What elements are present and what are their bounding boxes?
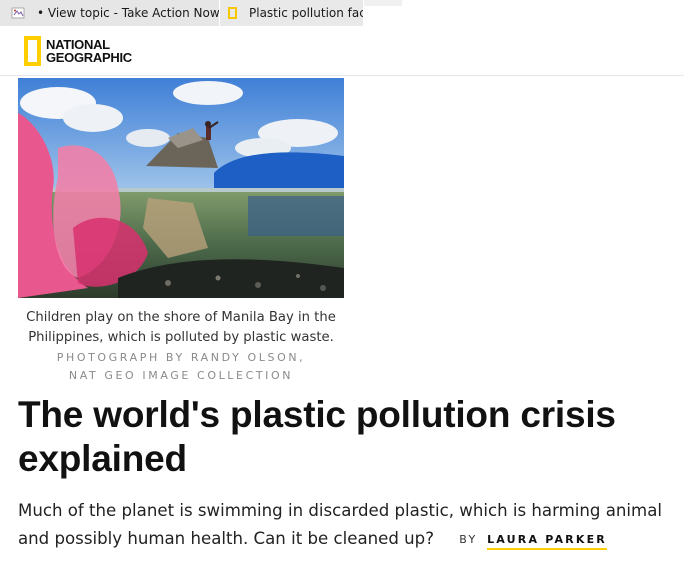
logo-wordmark: NATIONAL GEOGRAPHIC <box>46 38 132 64</box>
forum-favicon-icon <box>11 7 25 19</box>
article-headline: The world's plastic pollution crisis exp… <box>18 394 616 479</box>
tab-title: • View topic - Take Action Now! <box>37 6 219 20</box>
article-dek: Much of the planet is swimming in discar… <box>18 497 678 554</box>
logo-line-2: GEOGRAPHIC <box>46 50 132 65</box>
tab-title: Plastic pollution facts <box>249 6 363 20</box>
tab-plastic-pollution-facts[interactable]: Plastic pollution facts <box>220 0 363 26</box>
browser-tab-strip: • View topic - Take Action Now! Plastic … <box>0 0 684 26</box>
hero-photo <box>18 78 344 298</box>
tab-view-topic[interactable]: • View topic - Take Action Now! <box>0 0 219 26</box>
byline-prefix: BY <box>459 533 478 546</box>
image-caption: Children play on the shore of Manila Bay… <box>26 310 336 345</box>
author-link[interactable]: LAURA PARKER <box>487 533 607 550</box>
yellow-frame-icon <box>24 36 41 66</box>
photo-credit-line-2: NAT GEO IMAGE COLLECTION <box>68 369 294 382</box>
natgeo-logo[interactable]: NATIONAL GEOGRAPHIC <box>24 36 132 66</box>
natgeo-favicon-icon <box>228 7 237 19</box>
site-header: NATIONAL GEOGRAPHIC <box>0 26 684 76</box>
photo-credit: PHOTOGRAPH BY RANDY OLSON, NAT GEO IMAGE… <box>18 349 344 385</box>
byline: BY LAURA PARKER <box>459 526 607 554</box>
photo-credit-line-1: PHOTOGRAPH BY RANDY OLSON, <box>56 351 306 364</box>
tab-strip-filler <box>364 0 402 6</box>
manila-bay-photo-illustration <box>18 78 344 298</box>
